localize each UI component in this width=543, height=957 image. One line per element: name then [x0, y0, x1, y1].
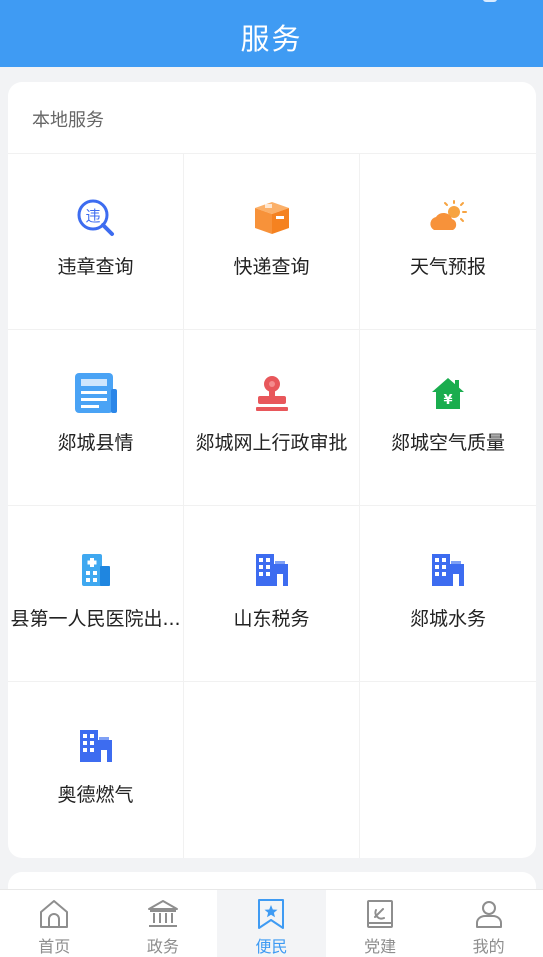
service-weather[interactable]: 天气预报	[360, 153, 536, 329]
empty-cell	[184, 681, 360, 858]
tab-government[interactable]: 政务	[109, 890, 218, 957]
tab-label: 政务	[146, 937, 179, 956]
building-icon	[250, 548, 294, 592]
service-label: 快递查询	[233, 256, 310, 278]
svg-text:违: 违	[85, 207, 100, 225]
service-label: 郯城县情	[57, 432, 134, 454]
local-services-card: 本地服务 违 违章查询 快递查询 天气预报 郯城县情 郯城网上行政审批 ¥ 郯城…	[8, 82, 536, 858]
service-label: 山东税务	[233, 608, 310, 630]
service-shandong-tax[interactable]: 山东税务	[184, 505, 360, 681]
tab-label: 我的	[472, 937, 505, 956]
status-indicator	[483, 0, 497, 2]
service-water-affairs[interactable]: 郯城水务	[360, 505, 536, 681]
empty-cell	[360, 681, 536, 858]
tab-mine[interactable]: 我的	[434, 890, 543, 957]
tab-convenience[interactable]: 便民	[217, 890, 326, 957]
house-yen-icon: ¥	[426, 372, 470, 416]
service-county-info[interactable]: 郯城县情	[8, 329, 184, 505]
section-title: 本地服务	[32, 110, 104, 131]
svg-text:¥: ¥	[443, 393, 452, 408]
tab-label: 首页	[38, 937, 71, 956]
tab-label: 党建	[364, 937, 397, 956]
tab-label: 便民	[255, 937, 288, 956]
service-air-quality[interactable]: ¥ 郯城空气质量	[360, 329, 536, 505]
service-aode-gas[interactable]: 奥德燃气	[8, 681, 184, 858]
tab-home[interactable]: 首页	[0, 890, 109, 957]
bookmark-star-icon	[254, 897, 288, 931]
hospital-icon	[74, 548, 118, 592]
bottom-tab-bar: 首页 政务 便民 党建 我的	[0, 889, 543, 957]
service-online-approval[interactable]: 郯城网上行政审批	[184, 329, 360, 505]
package-icon	[250, 196, 294, 240]
violation-search-icon: 违	[74, 196, 118, 240]
service-label: 违章查询	[57, 256, 134, 278]
party-icon	[363, 897, 397, 931]
service-label: 天气预报	[409, 256, 486, 278]
page-title: 服务	[240, 21, 303, 56]
weather-icon	[426, 196, 470, 240]
home-icon	[37, 897, 71, 931]
government-icon	[146, 897, 180, 931]
service-hospital[interactable]: 县第一人民医院出...	[8, 505, 184, 681]
building-icon	[426, 548, 470, 592]
document-icon	[74, 372, 118, 416]
service-label: 县第一人民医院出...	[10, 608, 181, 630]
stamp-icon	[250, 372, 294, 416]
service-label: 郯城水务	[409, 608, 486, 630]
services-grid: 违 违章查询 快递查询 天气预报 郯城县情 郯城网上行政审批 ¥ 郯城空气质量 …	[8, 153, 536, 858]
tab-party-building[interactable]: 党建	[326, 890, 435, 957]
building-icon	[74, 724, 118, 768]
service-label: 奥德燃气	[57, 784, 134, 806]
service-violation-query[interactable]: 违 违章查询	[8, 153, 184, 329]
user-icon	[472, 897, 506, 931]
top-bar: 服务	[0, 0, 543, 67]
service-express-query[interactable]: 快递查询	[184, 153, 360, 329]
service-label: 郯城空气质量	[390, 432, 505, 454]
service-label: 郯城网上行政审批	[195, 432, 348, 454]
